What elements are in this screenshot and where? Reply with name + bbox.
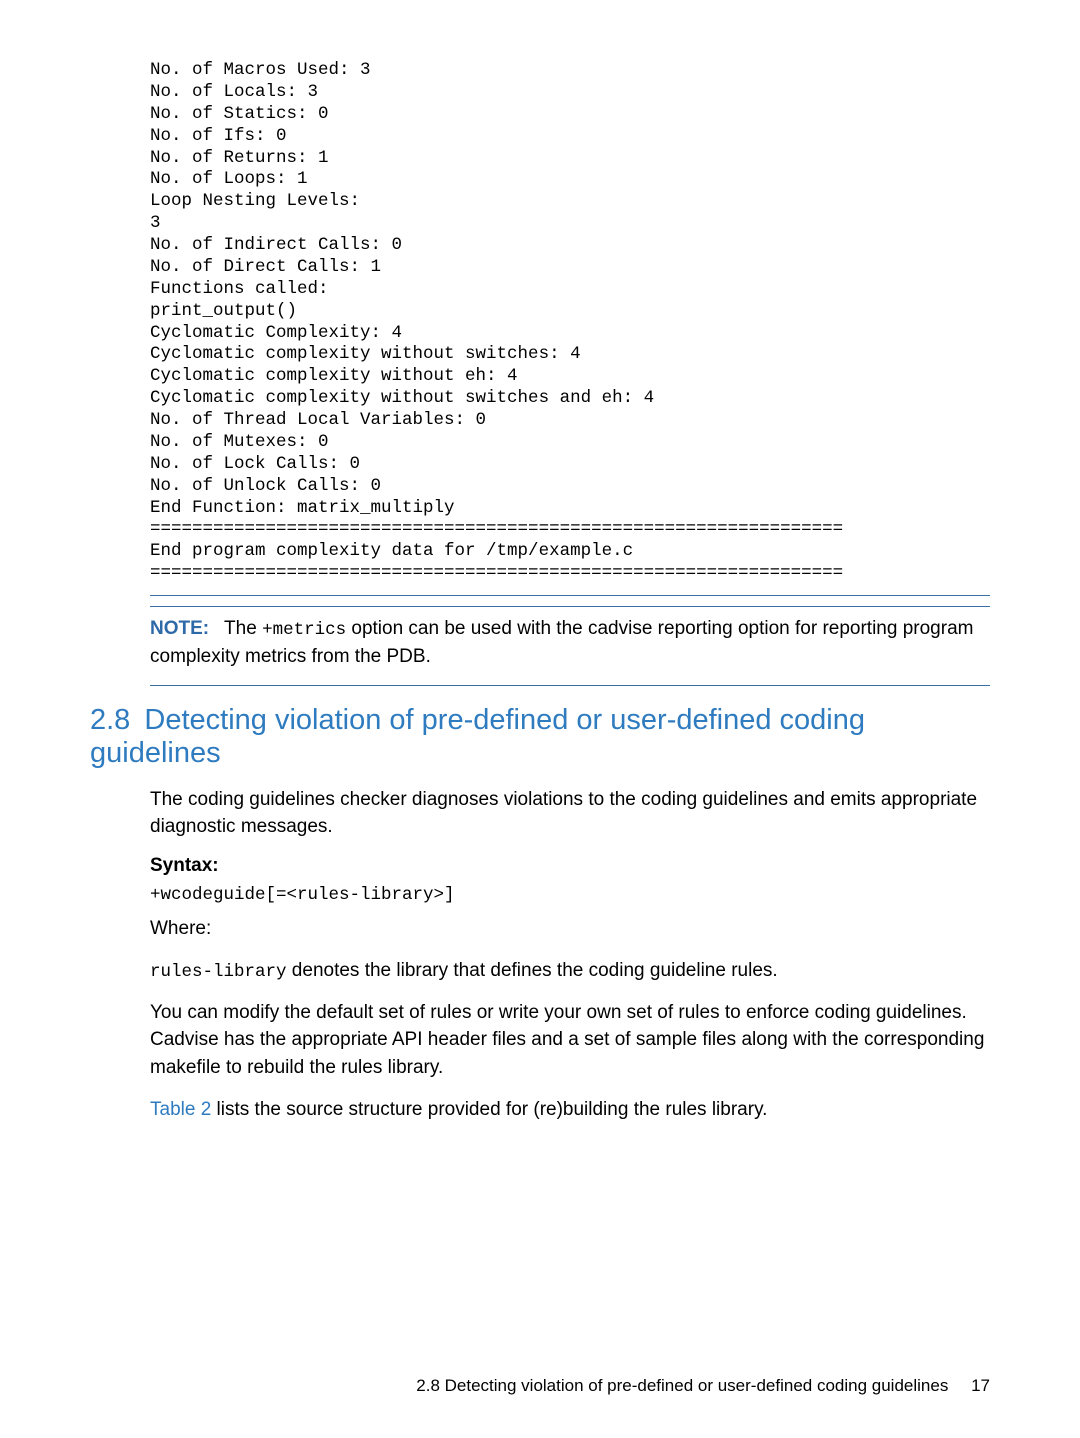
section-number: 2.8 — [90, 704, 130, 736]
intro-paragraph: The coding guidelines checker diagnoses … — [150, 786, 990, 841]
table-post-text: lists the source structure provided for … — [211, 1099, 767, 1120]
note-label: NOTE: — [150, 618, 209, 639]
rules-library-post: denotes the library that defines the cod… — [287, 960, 778, 981]
note-rule-bottom — [150, 685, 990, 686]
section-title: Detecting violation of pre-defined or us… — [90, 704, 865, 769]
footer-text: 2.8 Detecting violation of pre-defined o… — [416, 1376, 948, 1395]
modify-paragraph: You can modify the default set of rules … — [150, 999, 990, 1082]
syntax-label: Syntax: — [150, 855, 990, 877]
rules-library-code: rules-library — [150, 962, 287, 982]
section-body: The coding guidelines checker diagnoses … — [150, 786, 990, 1123]
table-link[interactable]: Table 2 — [150, 1099, 211, 1120]
where-label: Where: — [150, 915, 990, 943]
note-inline-code: +metrics — [262, 620, 346, 640]
note-rule-top-1 — [150, 595, 990, 596]
note-paragraph: NOTE: The +metrics option can be used wi… — [150, 613, 990, 679]
code-listing: No. of Macros Used: 3 No. of Locals: 3 N… — [150, 60, 990, 585]
page-number: 17 — [971, 1376, 990, 1395]
syntax-code: +wcodeguide[=<rules-library>] — [150, 885, 990, 905]
section-heading: 2.8 Detecting violation of pre-defined o… — [90, 704, 990, 770]
table-reference-paragraph: Table 2 lists the source structure provi… — [150, 1096, 990, 1124]
note-block: NOTE: The +metrics option can be used wi… — [150, 595, 990, 686]
note-pre-text: The — [224, 618, 262, 639]
note-rule-top-2 — [150, 606, 990, 607]
page-footer: 2.8 Detecting violation of pre-defined o… — [416, 1376, 990, 1396]
rules-library-paragraph: rules-library denotes the library that d… — [150, 957, 990, 985]
